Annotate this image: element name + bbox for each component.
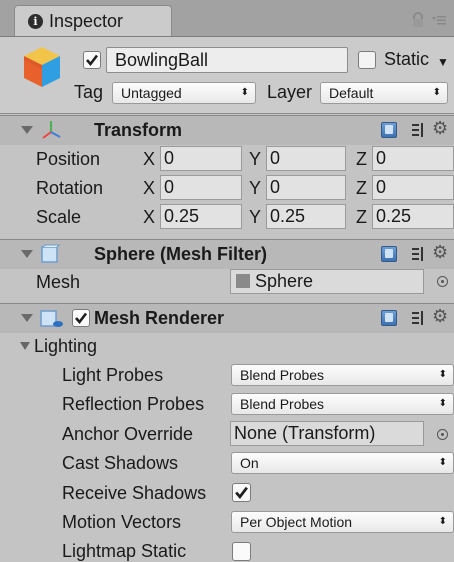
mesh-asset-icon xyxy=(236,274,250,288)
scale-x-field[interactable]: 0.25 xyxy=(160,204,242,229)
transform-component-header[interactable]: Transform ⚙ xyxy=(0,115,454,146)
tag-dropdown[interactable]: Untagged ⬍ xyxy=(112,82,256,104)
menu-icon[interactable] xyxy=(432,14,446,26)
object-picker-icon[interactable] xyxy=(437,429,448,440)
light-probes-label: Light Probes xyxy=(62,365,164,385)
scale-label: Scale xyxy=(36,207,82,227)
layer-dropdown[interactable]: Default ⬍ xyxy=(320,82,448,104)
tab-title: Inspector xyxy=(49,11,124,31)
axis-x-label[interactable]: X xyxy=(143,207,155,228)
transform-axes-icon xyxy=(42,121,61,139)
lightmap-static-checkbox[interactable] xyxy=(232,542,251,561)
fold-arrow-icon[interactable] xyxy=(21,250,33,258)
mesh-object-field[interactable]: Sphere xyxy=(230,269,424,294)
cast-shadows-value: On xyxy=(240,455,259,471)
reflection-probes-label: Reflection Probes xyxy=(62,394,205,414)
motion-vectors-label: Motion Vectors xyxy=(62,512,182,532)
help-book-icon[interactable] xyxy=(381,122,397,138)
layer-value: Default xyxy=(329,85,374,101)
static-checkbox[interactable] xyxy=(358,51,376,69)
lighting-foldout-label[interactable]: Lighting xyxy=(34,336,97,357)
dropdown-arrows-icon: ⬍ xyxy=(432,87,441,98)
dropdown-arrows-icon: ⬍ xyxy=(438,398,447,409)
reflection-probes-dropdown[interactable]: Blend Probes ⬍ xyxy=(231,393,454,415)
axis-z-label[interactable]: Z xyxy=(356,207,367,228)
object-picker-icon[interactable] xyxy=(437,276,448,287)
fold-arrow-icon[interactable] xyxy=(21,314,33,322)
mesh-label: Mesh xyxy=(36,272,81,292)
dropdown-arrows-icon: ⬍ xyxy=(438,457,447,468)
motion-vectors-dropdown[interactable]: Per Object Motion ⬍ xyxy=(231,511,454,533)
receive-shadows-checkbox[interactable] xyxy=(232,483,251,502)
dropdown-arrows-icon: ⬍ xyxy=(438,516,447,527)
tag-label: Tag xyxy=(74,82,104,102)
info-icon: i xyxy=(28,14,43,29)
tab-inspector[interactable]: i Inspector xyxy=(14,5,172,36)
reflection-probes-value: Blend Probes xyxy=(240,396,325,412)
dropdown-arrows-icon: ⬍ xyxy=(438,369,447,380)
static-dropdown-arrow-icon[interactable]: ▼ xyxy=(437,55,449,69)
mesh-renderer-title: Mesh Renderer xyxy=(94,308,225,328)
light-probes-dropdown[interactable]: Blend Probes ⬍ xyxy=(231,364,454,386)
scale-y-field[interactable]: 0.25 xyxy=(266,204,346,229)
position-z-field[interactable]: 0 xyxy=(372,146,454,171)
cast-shadows-label: Cast Shadows xyxy=(62,453,179,473)
mesh-renderer-icon xyxy=(40,310,63,327)
rotation-y-field[interactable]: 0 xyxy=(266,175,346,200)
mesh-filter-component-header[interactable]: Sphere (Mesh Filter) ⚙ xyxy=(0,239,454,270)
anchor-override-label: Anchor Override xyxy=(62,424,194,444)
position-y-field[interactable]: 0 xyxy=(266,146,346,171)
light-probes-value: Blend Probes xyxy=(240,367,325,383)
mesh-value: Sphere xyxy=(255,271,314,291)
lock-icon[interactable] xyxy=(410,12,426,28)
rotation-label: Rotation xyxy=(36,178,104,198)
help-book-icon[interactable] xyxy=(381,310,397,326)
position-label: Position xyxy=(36,149,101,169)
mesh-filter-icon xyxy=(41,244,60,263)
layer-label: Layer xyxy=(267,82,313,102)
axis-x-label[interactable]: X xyxy=(143,149,155,170)
tag-value: Untagged xyxy=(121,85,182,101)
position-x-field[interactable]: 0 xyxy=(160,146,242,171)
active-checkbox[interactable] xyxy=(83,51,101,69)
axis-x-label[interactable]: X xyxy=(143,178,155,199)
rotation-z-field[interactable]: 0 xyxy=(372,175,454,200)
transform-title: Transform xyxy=(94,120,183,140)
preset-icon[interactable] xyxy=(410,122,426,138)
gear-icon[interactable]: ⚙ xyxy=(432,306,448,327)
axis-y-label[interactable]: Y xyxy=(249,207,261,228)
cast-shadows-dropdown[interactable]: On ⬍ xyxy=(231,452,454,474)
preset-icon[interactable] xyxy=(410,310,426,326)
receive-shadows-label: Receive Shadows xyxy=(62,483,207,503)
gear-icon[interactable]: ⚙ xyxy=(432,242,448,263)
fold-arrow-icon[interactable] xyxy=(21,126,33,134)
object-name-field[interactable]: BowlingBall xyxy=(106,47,348,73)
anchor-override-field[interactable]: None (Transform) xyxy=(230,421,424,446)
dropdown-arrows-icon: ⬍ xyxy=(240,87,249,98)
rotation-x-field[interactable]: 0 xyxy=(160,175,242,200)
axis-y-label[interactable]: Y xyxy=(249,178,261,199)
mesh-renderer-component-header[interactable]: Mesh Renderer ⚙ xyxy=(0,303,454,334)
lightmap-static-label: Lightmap Static xyxy=(62,541,187,561)
gear-icon[interactable]: ⚙ xyxy=(432,118,448,139)
axis-z-label[interactable]: Z xyxy=(356,149,367,170)
lighting-fold-arrow-icon[interactable] xyxy=(20,342,30,350)
axis-z-label[interactable]: Z xyxy=(356,178,367,199)
cube-icon xyxy=(24,47,60,87)
mesh-renderer-enabled-checkbox[interactable] xyxy=(72,309,90,327)
motion-vectors-value: Per Object Motion xyxy=(240,514,353,530)
static-label: Static xyxy=(384,49,430,69)
mesh-filter-title: Sphere (Mesh Filter) xyxy=(94,244,268,264)
preset-icon[interactable] xyxy=(410,246,426,262)
axis-y-label[interactable]: Y xyxy=(249,149,261,170)
help-book-icon[interactable] xyxy=(381,246,397,262)
scale-z-field[interactable]: 0.25 xyxy=(372,204,454,229)
inspector-tab-bar: i Inspector xyxy=(0,0,454,37)
gameobject-header: BowlingBall Static ▼ Tag Untagged ⬍ Laye… xyxy=(0,37,454,114)
